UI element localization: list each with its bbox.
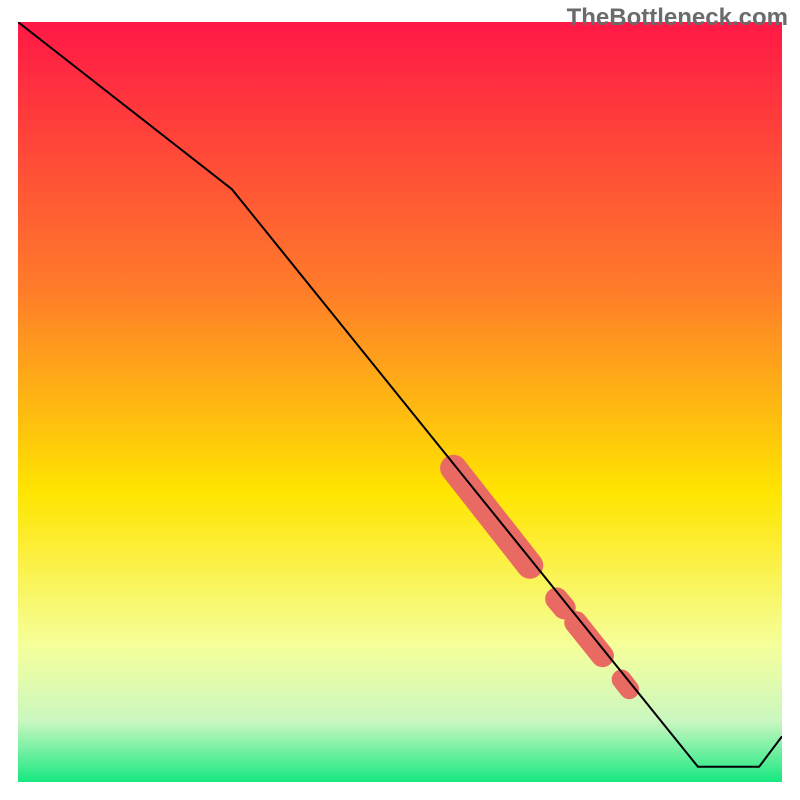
heatmap-background (18, 22, 782, 782)
chart-container: TheBottleneck.com (0, 0, 800, 800)
chart-svg (18, 22, 782, 782)
watermark-text: TheBottleneck.com (567, 4, 788, 32)
plot-area (18, 22, 782, 782)
